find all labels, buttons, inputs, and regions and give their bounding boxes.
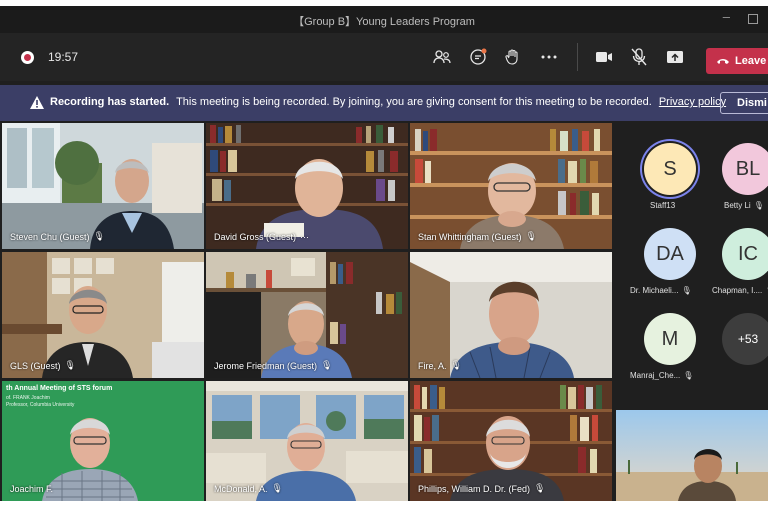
roster-participant[interactable]: IC Chapman, I....🎙	[712, 228, 768, 308]
roster-participant[interactable]: M Manraj_Che... 🎙	[630, 313, 706, 393]
mic-muted-icon: 🎙	[753, 201, 764, 210]
mic-muted-icon: 🎙	[681, 286, 692, 295]
participant-name: Joachim F.	[10, 484, 54, 494]
tile-name: Stan Whittingham (Guest) 🎙	[418, 231, 537, 242]
banner-text: Recording has started. This meeting is b…	[50, 96, 726, 108]
tile-name: Fire, A. 🎙	[418, 360, 462, 371]
warning-icon	[30, 96, 44, 109]
privacy-policy-link[interactable]: Privacy policy	[659, 96, 726, 108]
video-tile[interactable]: Stan Whittingham (Guest) 🎙	[410, 123, 612, 249]
dismiss-button[interactable]: Dismi	[720, 92, 768, 114]
leave-label: Leave	[735, 55, 767, 67]
video-tile[interactable]: Steven Chu (Guest) 🎙	[2, 123, 204, 249]
video-tile[interactable]: GLS (Guest) 🎙	[2, 252, 204, 378]
tile-name: David Gross (Guest) ···	[214, 232, 309, 242]
participant-name: Stan Whittingham (Guest)	[418, 231, 522, 242]
phone-hangup-icon	[717, 59, 729, 64]
mic-muted-icon: 🎙	[450, 360, 462, 370]
tile-name: Joachim F.	[10, 484, 53, 494]
roster-participant[interactable]: DA Dr. Michaeli... 🎙	[630, 228, 706, 308]
avatar: DA	[644, 228, 696, 280]
participant-video	[206, 123, 408, 249]
more-icon[interactable]: ···	[300, 232, 309, 242]
teams-meeting-window: 【Group B】Young Leaders Program – 19:57 L…	[0, 6, 768, 501]
video-tile[interactable]: David Gross (Guest) ···	[206, 123, 408, 249]
mic-muted-icon: 🎙	[271, 483, 283, 493]
roster-name: Betty Li 🎙	[724, 201, 764, 210]
participant-name: Jerome Friedman (Guest)	[214, 360, 318, 371]
avatar: M	[644, 313, 696, 365]
roster-participant[interactable]: S Staff13	[636, 143, 706, 223]
mic-muted-icon: 🎙	[64, 360, 76, 370]
mic-muted-icon: 🎙	[534, 483, 546, 493]
video-tile[interactable]: Fire, A. 🎙	[410, 252, 612, 378]
self-video	[616, 410, 768, 501]
meeting-toolbar: 19:57 Leave	[0, 33, 768, 81]
roster-name: Manraj_Che... 🎙	[630, 371, 694, 380]
more-participants-button[interactable]: +53	[722, 313, 768, 365]
mic-muted-icon: 🎙	[321, 360, 333, 370]
window-title: 【Group B】Young Leaders Program	[293, 16, 475, 28]
background-caption: th Annual Meeting of STS forum	[6, 385, 113, 392]
chat-icon[interactable]	[466, 45, 490, 69]
recording-banner: Recording has started. This meeting is b…	[0, 85, 768, 121]
participant-name: Fire, A.	[418, 360, 447, 371]
more-options-icon[interactable]	[537, 45, 561, 69]
roster-participant[interactable]: BL Betty Li 🎙	[714, 143, 768, 223]
maximize-icon[interactable]	[748, 14, 758, 24]
mic-muted-icon: 🎙	[93, 231, 105, 241]
meeting-timer: 19:57	[48, 50, 79, 64]
avatar: IC	[722, 228, 768, 280]
recording-indicator-icon	[21, 51, 34, 64]
participant-name: McDonald, A.	[214, 483, 268, 494]
background-caption: of. FRANK Joachim	[6, 395, 50, 401]
camera-icon[interactable]	[592, 45, 616, 69]
mic-muted-icon[interactable]	[627, 45, 651, 69]
tile-name: Phillips, William D. Dr. (Fed) 🎙	[418, 483, 545, 494]
tile-name: Steven Chu (Guest) 🎙	[10, 231, 105, 242]
participant-roster: S Staff13 BL Betty Li 🎙 DA Dr. Michaeli..…	[614, 121, 768, 411]
participant-name: David Gross (Guest)	[214, 232, 297, 242]
mic-muted-icon: 🎙	[525, 231, 537, 241]
share-icon[interactable]	[663, 45, 687, 69]
toolbar-divider	[577, 43, 578, 71]
raise-hand-icon[interactable]	[501, 45, 525, 69]
avatar: BL	[722, 143, 768, 195]
minimize-icon[interactable]: –	[723, 9, 730, 24]
participants-icon[interactable]	[430, 45, 454, 69]
video-tile[interactable]: Phillips, William D. Dr. (Fed) 🎙	[410, 381, 612, 501]
tile-name: McDonald, A. 🎙	[214, 483, 283, 494]
mic-muted-icon: 🎙	[683, 371, 694, 380]
video-tile[interactable]: th Annual Meeting of STS forum of. FRANK…	[2, 381, 204, 501]
title-bar: 【Group B】Young Leaders Program –	[0, 6, 768, 33]
banner-title: Recording has started.	[50, 96, 170, 108]
roster-name: Dr. Michaeli... 🎙	[630, 286, 692, 295]
video-tile[interactable]: Jerome Friedman (Guest) 🎙	[206, 252, 408, 378]
participant-name: Steven Chu (Guest)	[10, 231, 90, 242]
avatar: S	[644, 143, 696, 195]
participant-name: Phillips, William D. Dr. (Fed)	[418, 483, 531, 494]
tile-name: Jerome Friedman (Guest) 🎙	[214, 360, 332, 371]
video-tile[interactable]: McDonald, A. 🎙	[206, 381, 408, 501]
banner-message: This meeting is being recorded. By joini…	[176, 96, 652, 108]
tile-name: GLS (Guest) 🎙	[10, 360, 76, 371]
roster-name: Chapman, I....🎙	[712, 286, 768, 295]
self-view-video[interactable]	[616, 410, 768, 501]
participant-name: GLS (Guest)	[10, 360, 61, 371]
background-caption: Professor, Columbia University	[6, 402, 75, 408]
leave-button[interactable]: Leave	[706, 48, 768, 74]
